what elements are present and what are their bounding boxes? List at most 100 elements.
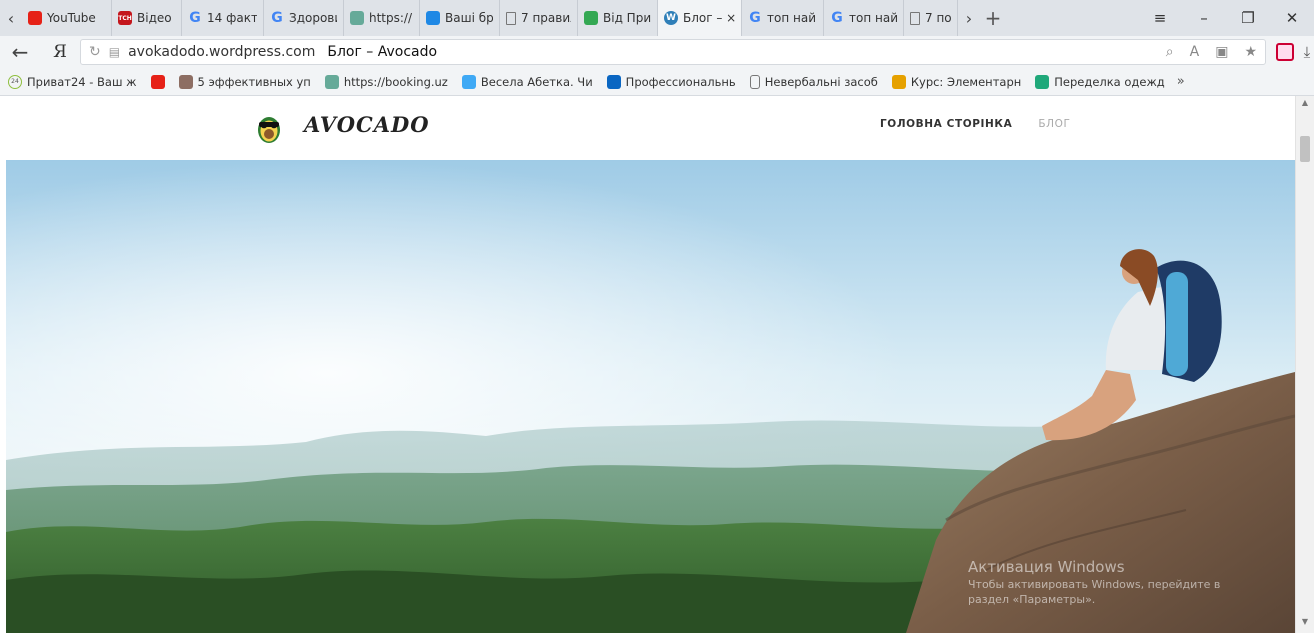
bookmark-label: Профессиональнь [625,74,736,89]
tsn-icon: ТСН [118,11,132,25]
bookmark-label: Весела Абетка. Чи [480,74,593,89]
bookmarks-overflow-button[interactable]: » [1177,74,1185,89]
bookmark-item[interactable]: Весела Абетка. Чи [461,74,593,89]
site-header: AVOCADO ГОЛОВНА СТОРІНКА БЛОГ [0,96,1295,160]
booking-icon [350,11,364,25]
bear-icon [178,74,193,89]
bookmark-item[interactable]: Невербальні засоб [749,74,878,89]
reload-icon[interactable]: ↻ [89,44,101,60]
browser-tab[interactable]: YouTube [22,0,112,36]
nav-blog-link[interactable]: БЛОГ [1038,118,1070,130]
restore-button[interactable]: ❐ [1226,0,1270,36]
yandex-button[interactable]: Я [40,42,80,62]
address-bar-row: ← Я ↻ ▤ avokadodo.wordpress.com Блог – A… [0,36,1314,68]
site-info-icon[interactable]: ▤ [109,45,120,59]
bookmark-item[interactable]: 5 эффективных уп [178,74,311,89]
watermark-line3: раздел «Параметры». [968,593,1096,606]
tab-label: YouTube [47,11,96,25]
tab-label: Від Прим [603,11,651,25]
browser-tab[interactable]: https://b [344,0,420,36]
privat24-icon: 24 [8,74,22,89]
youtube-icon [28,11,42,25]
tab-label: Відео - З [137,11,175,25]
downloads-icon[interactable]: ⤓ [1304,43,1311,61]
document-icon [749,74,760,89]
tab-label: 7 правил [521,11,571,25]
tab-label: Здорови [289,11,337,25]
browser-menu-button[interactable]: ≡ [1138,0,1182,36]
scrollbar-thumb[interactable] [1300,136,1310,162]
translate-icon[interactable]: A [1190,44,1200,60]
back-button[interactable]: ← [0,40,40,64]
scroll-down-arrow-icon[interactable]: ▼ [1296,617,1314,631]
tab-label: топ найк [849,11,897,25]
booking-bird-icon [426,11,440,25]
bookmark-item[interactable] [150,74,165,89]
page-title-text: Блог – Avocado [327,44,438,60]
browser-tab[interactable]: Gтоп найк [824,0,904,36]
course-icon [891,74,906,89]
maps-icon [584,11,598,25]
bookmark-item[interactable]: https://booking.uz [324,74,448,89]
close-window-button[interactable]: ✕ [1270,0,1314,36]
page-viewport: AVOCADO ГОЛОВНА СТОРІНКА БЛОГ Активация … [0,96,1314,633]
nav-home-link[interactable]: ГОЛОВНА СТОРІНКА [880,118,1012,130]
browser-tab[interactable]: W Блог – × [658,0,742,36]
extension-icon[interactable] [1275,43,1294,61]
browser-tab[interactable]: G Здорови [264,0,344,36]
window-controls: ≡ – ❐ ✕ [1138,0,1314,36]
watermark-line2: Чтобы активировать Windows, перейдите в [968,578,1221,591]
chat-icon [1035,74,1050,89]
google-icon: G [271,10,283,26]
browser-tab[interactable]: G 14 фактів [182,0,264,36]
windows-activation-watermark: Активация Windows Чтобы активировать Win… [968,558,1220,606]
tabs-scroll-left-button[interactable]: ‹ [0,0,22,36]
tab-strip: ‹ YouTube ТСН Відео - З G 14 фактів G Здорови h… [0,0,1314,36]
browser-tab[interactable]: 7 пор [904,0,958,36]
search-icon[interactable]: ⌕ [1166,44,1174,60]
tab-label: Ваші бро [445,11,493,25]
browser-tab[interactable]: Gтоп найк [742,0,824,36]
document-icon [910,11,920,25]
bookmark-item[interactable]: 24 Приват24 - Ваш ж [8,74,137,89]
extensions-area: ⤓ [1272,43,1314,61]
document-icon [506,11,516,25]
bookmark-label: 5 эффективных уп [197,74,311,89]
linkedin-icon [606,74,621,89]
tabs-scroll-right-button[interactable]: › [958,0,980,36]
tab-label: Блог – × [683,11,735,25]
watermark-line1: Активация Windows [968,558,1125,576]
bookmark-label: Невербальні засоб [764,74,878,89]
url-text[interactable]: avokadodo.wordpress.com [128,44,315,60]
tab-label: топ найк [767,11,817,25]
new-tab-button[interactable]: + [980,0,1006,36]
google-icon: G [189,10,201,26]
address-field[interactable]: ↻ ▤ avokadodo.wordpress.com Блог – Avoca… [80,39,1266,65]
avocado-logo-icon[interactable] [256,109,282,145]
bookmark-label: Приват24 - Ваш ж [27,74,137,89]
browser-tab[interactable]: Від Прим [578,0,658,36]
bookmark-label: Переделка одежд [1054,74,1165,89]
google-icon: G [831,10,843,26]
scroll-up-arrow-icon[interactable]: ▲ [1296,98,1314,112]
wordpress-icon: W [664,11,678,25]
tab-label: 14 фактів [207,11,257,25]
tab-label: https://b [369,11,413,25]
browser-tab[interactable]: 7 правил [500,0,578,36]
bookmarks-bar: 24 Приват24 - Ваш ж 5 эффективных уп https:… [0,68,1314,96]
browser-tab[interactable]: ТСН Відео - З [112,0,182,36]
browser-tab[interactable]: Ваші бро [420,0,500,36]
bookmark-label: https://booking.uz [343,74,448,89]
abetka-icon [461,74,476,89]
google-icon: G [749,10,761,26]
youtube-icon [150,74,165,89]
reader-mode-icon[interactable]: ▣ [1215,44,1228,60]
site-title[interactable]: AVOCADO [304,112,430,137]
minimize-button[interactable]: – [1182,0,1226,36]
page-scrollbar[interactable]: ▲ ▼ [1295,96,1314,633]
booking-icon [324,74,339,89]
bookmark-item[interactable]: Курс: Элементарн [891,74,1021,89]
bookmark-item[interactable]: Переделка одежд [1035,74,1165,89]
bookmark-star-icon[interactable]: ★ [1244,44,1257,60]
bookmark-item[interactable]: Профессиональнь [606,74,736,89]
